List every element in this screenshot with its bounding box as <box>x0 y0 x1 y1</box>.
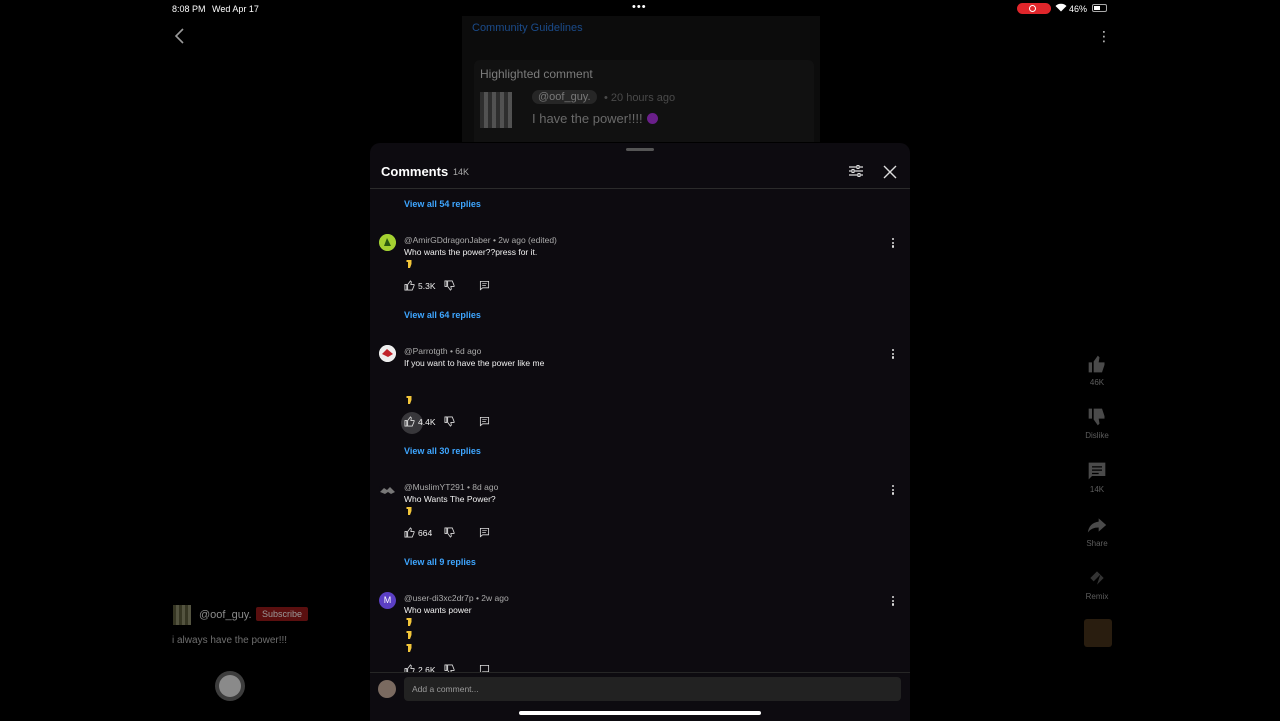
thumbs-up-icon <box>1088 355 1105 373</box>
comment-text: Who wants power <box>404 605 472 615</box>
comment-more-icon[interactable] <box>890 484 896 496</box>
view-replies-link[interactable]: View all 64 replies <box>404 310 481 320</box>
view-replies-link[interactable]: View all 9 replies <box>404 557 476 567</box>
reply-icon[interactable] <box>479 280 490 291</box>
view-replies-link[interactable]: View all 54 replies <box>404 199 481 209</box>
channel-name[interactable]: @oof_guy. <box>199 609 252 621</box>
like-count: 664 <box>418 528 433 538</box>
assistive-touch-button[interactable] <box>215 671 245 701</box>
screen-record-icon[interactable] <box>1017 3 1051 14</box>
comment-time: • 2w ago <box>475 593 509 603</box>
comment-icon <box>1088 462 1106 480</box>
remix-label: Remix <box>1085 592 1109 601</box>
battery-icon <box>1092 4 1107 12</box>
comment-time: • 6d ago <box>449 346 482 356</box>
reply-icon[interactable] <box>479 527 490 538</box>
thumbs-down-icon[interactable] <box>444 416 455 427</box>
subscribe-button[interactable]: Subscribe <box>256 607 309 621</box>
comment-meta: @Parrotgth • 6d ago <box>404 346 481 356</box>
status-time: 8:08 PM <box>172 4 206 14</box>
comments-title: Comments <box>381 164 449 179</box>
community-guidelines-link[interactable]: Community Guidelines <box>472 22 583 34</box>
comment-time: • 2w ago (edited) <box>492 235 557 245</box>
share-action[interactable]: Share <box>1077 515 1117 548</box>
like-count: 5.3K <box>418 281 436 291</box>
highlighted-comment-body: I have the power!!!! <box>532 111 643 126</box>
pointing-down-emoji <box>406 507 412 515</box>
highlighted-comment-text: I have the power!!!! <box>532 111 658 126</box>
thumbs-up-icon[interactable] <box>404 416 415 427</box>
avatar <box>378 680 396 698</box>
comment-time: • 8d ago <box>466 482 499 492</box>
status-date: Wed Apr 17 <box>212 4 259 14</box>
comments-count: 14K <box>453 167 470 177</box>
remix-action[interactable]: Remix <box>1077 568 1117 601</box>
view-replies-link[interactable]: View all 30 replies <box>404 446 481 456</box>
pointing-down-emoji <box>406 396 412 404</box>
filter-icon[interactable] <box>848 163 864 179</box>
thumbs-up-icon[interactable] <box>404 527 415 538</box>
channel-avatar[interactable] <box>173 605 191 625</box>
comments-action[interactable]: 14K <box>1077 461 1117 494</box>
pointing-down-emoji <box>406 631 412 639</box>
pointing-down-emoji <box>406 260 412 268</box>
avatar[interactable]: M <box>379 592 396 609</box>
comment-text: Who Wants The Power? <box>404 494 496 504</box>
highlighted-comment-title: Highlighted comment <box>480 67 593 81</box>
comment-text: Who wants the power??press for it. <box>404 247 538 257</box>
highlighted-comment-time: • 20 hours ago <box>604 92 676 104</box>
reply-icon[interactable] <box>479 416 490 427</box>
comment-meta: @AmirGDdragonJaber • 2w ago (edited) <box>404 235 557 245</box>
home-indicator[interactable] <box>519 711 761 715</box>
comment-more-icon[interactable] <box>890 237 896 249</box>
add-comment-input[interactable] <box>404 677 901 701</box>
dislike-action[interactable]: Dislike <box>1077 407 1117 440</box>
like-count: 4.4K <box>418 417 436 427</box>
like-count: 46K <box>1089 378 1105 387</box>
sheet-drag-handle[interactable] <box>626 148 654 151</box>
devil-emoji-icon <box>646 113 658 124</box>
remix-icon <box>1090 571 1104 585</box>
dislike-label: Dislike <box>1085 431 1109 440</box>
thumbs-down-icon <box>1088 408 1105 426</box>
comment-more-icon[interactable] <box>890 348 896 360</box>
back-icon[interactable] <box>172 26 188 46</box>
sound-thumbnail[interactable] <box>1084 619 1112 647</box>
comment-meta: @user-di3xc2dr7p • 2w ago <box>404 593 509 603</box>
pointing-down-emoji <box>406 618 412 626</box>
multitask-dots-icon[interactable]: ••• <box>632 1 647 13</box>
comment-count: 14K <box>1089 485 1105 494</box>
comment-user[interactable]: @MuslimYT291 <box>404 482 465 492</box>
thumbs-down-icon[interactable] <box>444 280 455 291</box>
battery-percent: 46% <box>1069 4 1088 14</box>
pointing-down-emoji <box>406 644 412 652</box>
comments-sheet <box>370 143 910 720</box>
share-label: Share <box>1086 539 1108 548</box>
avatar-letter: M <box>383 595 392 605</box>
comment-more-icon[interactable] <box>890 595 896 607</box>
avatar[interactable] <box>379 481 396 498</box>
comment-user[interactable]: @user-di3xc2dr7p <box>404 593 474 603</box>
comment-user[interactable]: @AmirGDdragonJaber <box>404 235 491 245</box>
thumbs-down-icon[interactable] <box>444 527 455 538</box>
close-icon[interactable] <box>881 163 899 181</box>
comment-meta: @MuslimYT291 • 8d ago <box>404 482 498 492</box>
thumbs-up-icon[interactable] <box>404 280 415 291</box>
highlighted-comment-user[interactable]: @oof_guy. <box>532 90 597 104</box>
more-vert-icon[interactable]: ⋮ <box>1097 28 1111 45</box>
like-action[interactable]: 46K <box>1077 354 1117 387</box>
wifi-icon <box>1055 3 1067 14</box>
comment-text: If you want to have the power like me <box>404 358 545 368</box>
video-caption[interactable]: i always have the power!!! <box>172 635 287 646</box>
comment-user[interactable]: @Parrotgth <box>404 346 448 356</box>
avatar <box>480 92 512 128</box>
share-icon <box>1087 518 1107 533</box>
avatar[interactable] <box>379 345 396 362</box>
avatar[interactable] <box>379 234 396 251</box>
sheet-divider <box>370 188 910 189</box>
